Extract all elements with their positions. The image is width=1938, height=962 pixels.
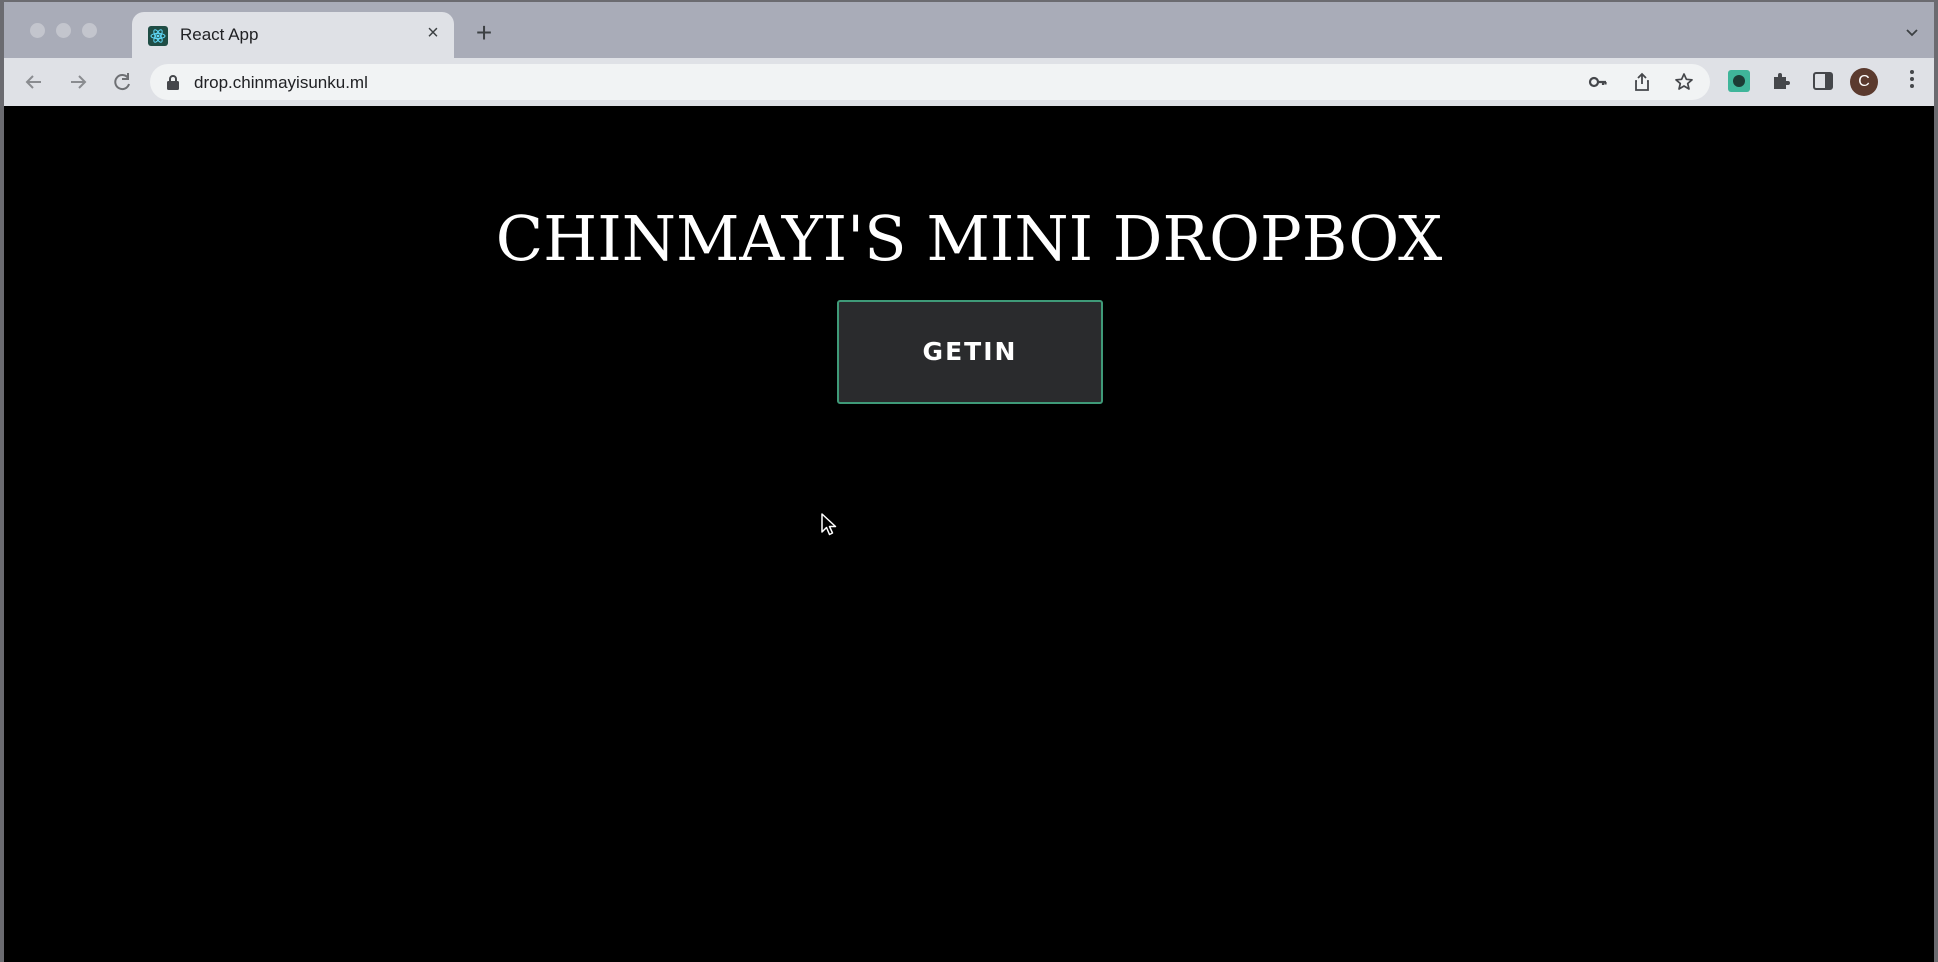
tab-strip: React App × +	[4, 2, 1934, 58]
new-tab-button[interactable]: +	[470, 19, 498, 48]
reload-button[interactable]	[108, 68, 136, 96]
forward-button[interactable]	[64, 68, 92, 96]
bookmark-star-icon[interactable]	[1674, 72, 1694, 92]
react-logo-icon	[148, 26, 168, 46]
tab-react-app[interactable]: React App ×	[132, 12, 454, 58]
share-icon[interactable]	[1632, 72, 1652, 92]
browser-toolbar: drop.chinmayisunku.ml C	[4, 58, 1934, 106]
tab-close-icon[interactable]: ×	[422, 22, 444, 44]
url-text[interactable]: drop.chinmayisunku.ml	[194, 73, 368, 93]
web-page: CHINMAYI'S MINI DROPBOX GETIN	[4, 106, 1934, 962]
forward-arrow-icon	[71, 75, 87, 89]
getin-button[interactable]: GETIN	[837, 300, 1103, 404]
back-button[interactable]	[20, 68, 48, 96]
extensions-puzzle-icon[interactable]	[1770, 70, 1792, 92]
zoom-window-dot[interactable]	[82, 23, 97, 38]
key-icon[interactable]	[1588, 72, 1608, 92]
back-arrow-icon	[25, 75, 41, 89]
lock-icon[interactable]	[166, 74, 180, 95]
tab-title: React App	[180, 25, 259, 44]
tab-search-chevron-icon[interactable]	[1904, 24, 1920, 40]
menu-kebab-icon[interactable]	[1902, 68, 1922, 96]
page-title: CHINMAYI'S MINI DROPBOX	[495, 201, 1443, 275]
side-panel-icon[interactable]	[1812, 70, 1834, 92]
minimize-window-dot[interactable]	[56, 23, 71, 38]
close-window-dot[interactable]	[30, 23, 45, 38]
browser-window: React App × + drop.chinmayisunku.ml C CH…	[0, 0, 1938, 962]
profile-avatar[interactable]: C	[1850, 68, 1878, 96]
extension-icon[interactable]	[1728, 70, 1750, 92]
mouse-cursor-icon	[820, 512, 838, 543]
reload-icon	[114, 73, 130, 91]
address-bar[interactable]: drop.chinmayisunku.ml	[150, 64, 1710, 100]
